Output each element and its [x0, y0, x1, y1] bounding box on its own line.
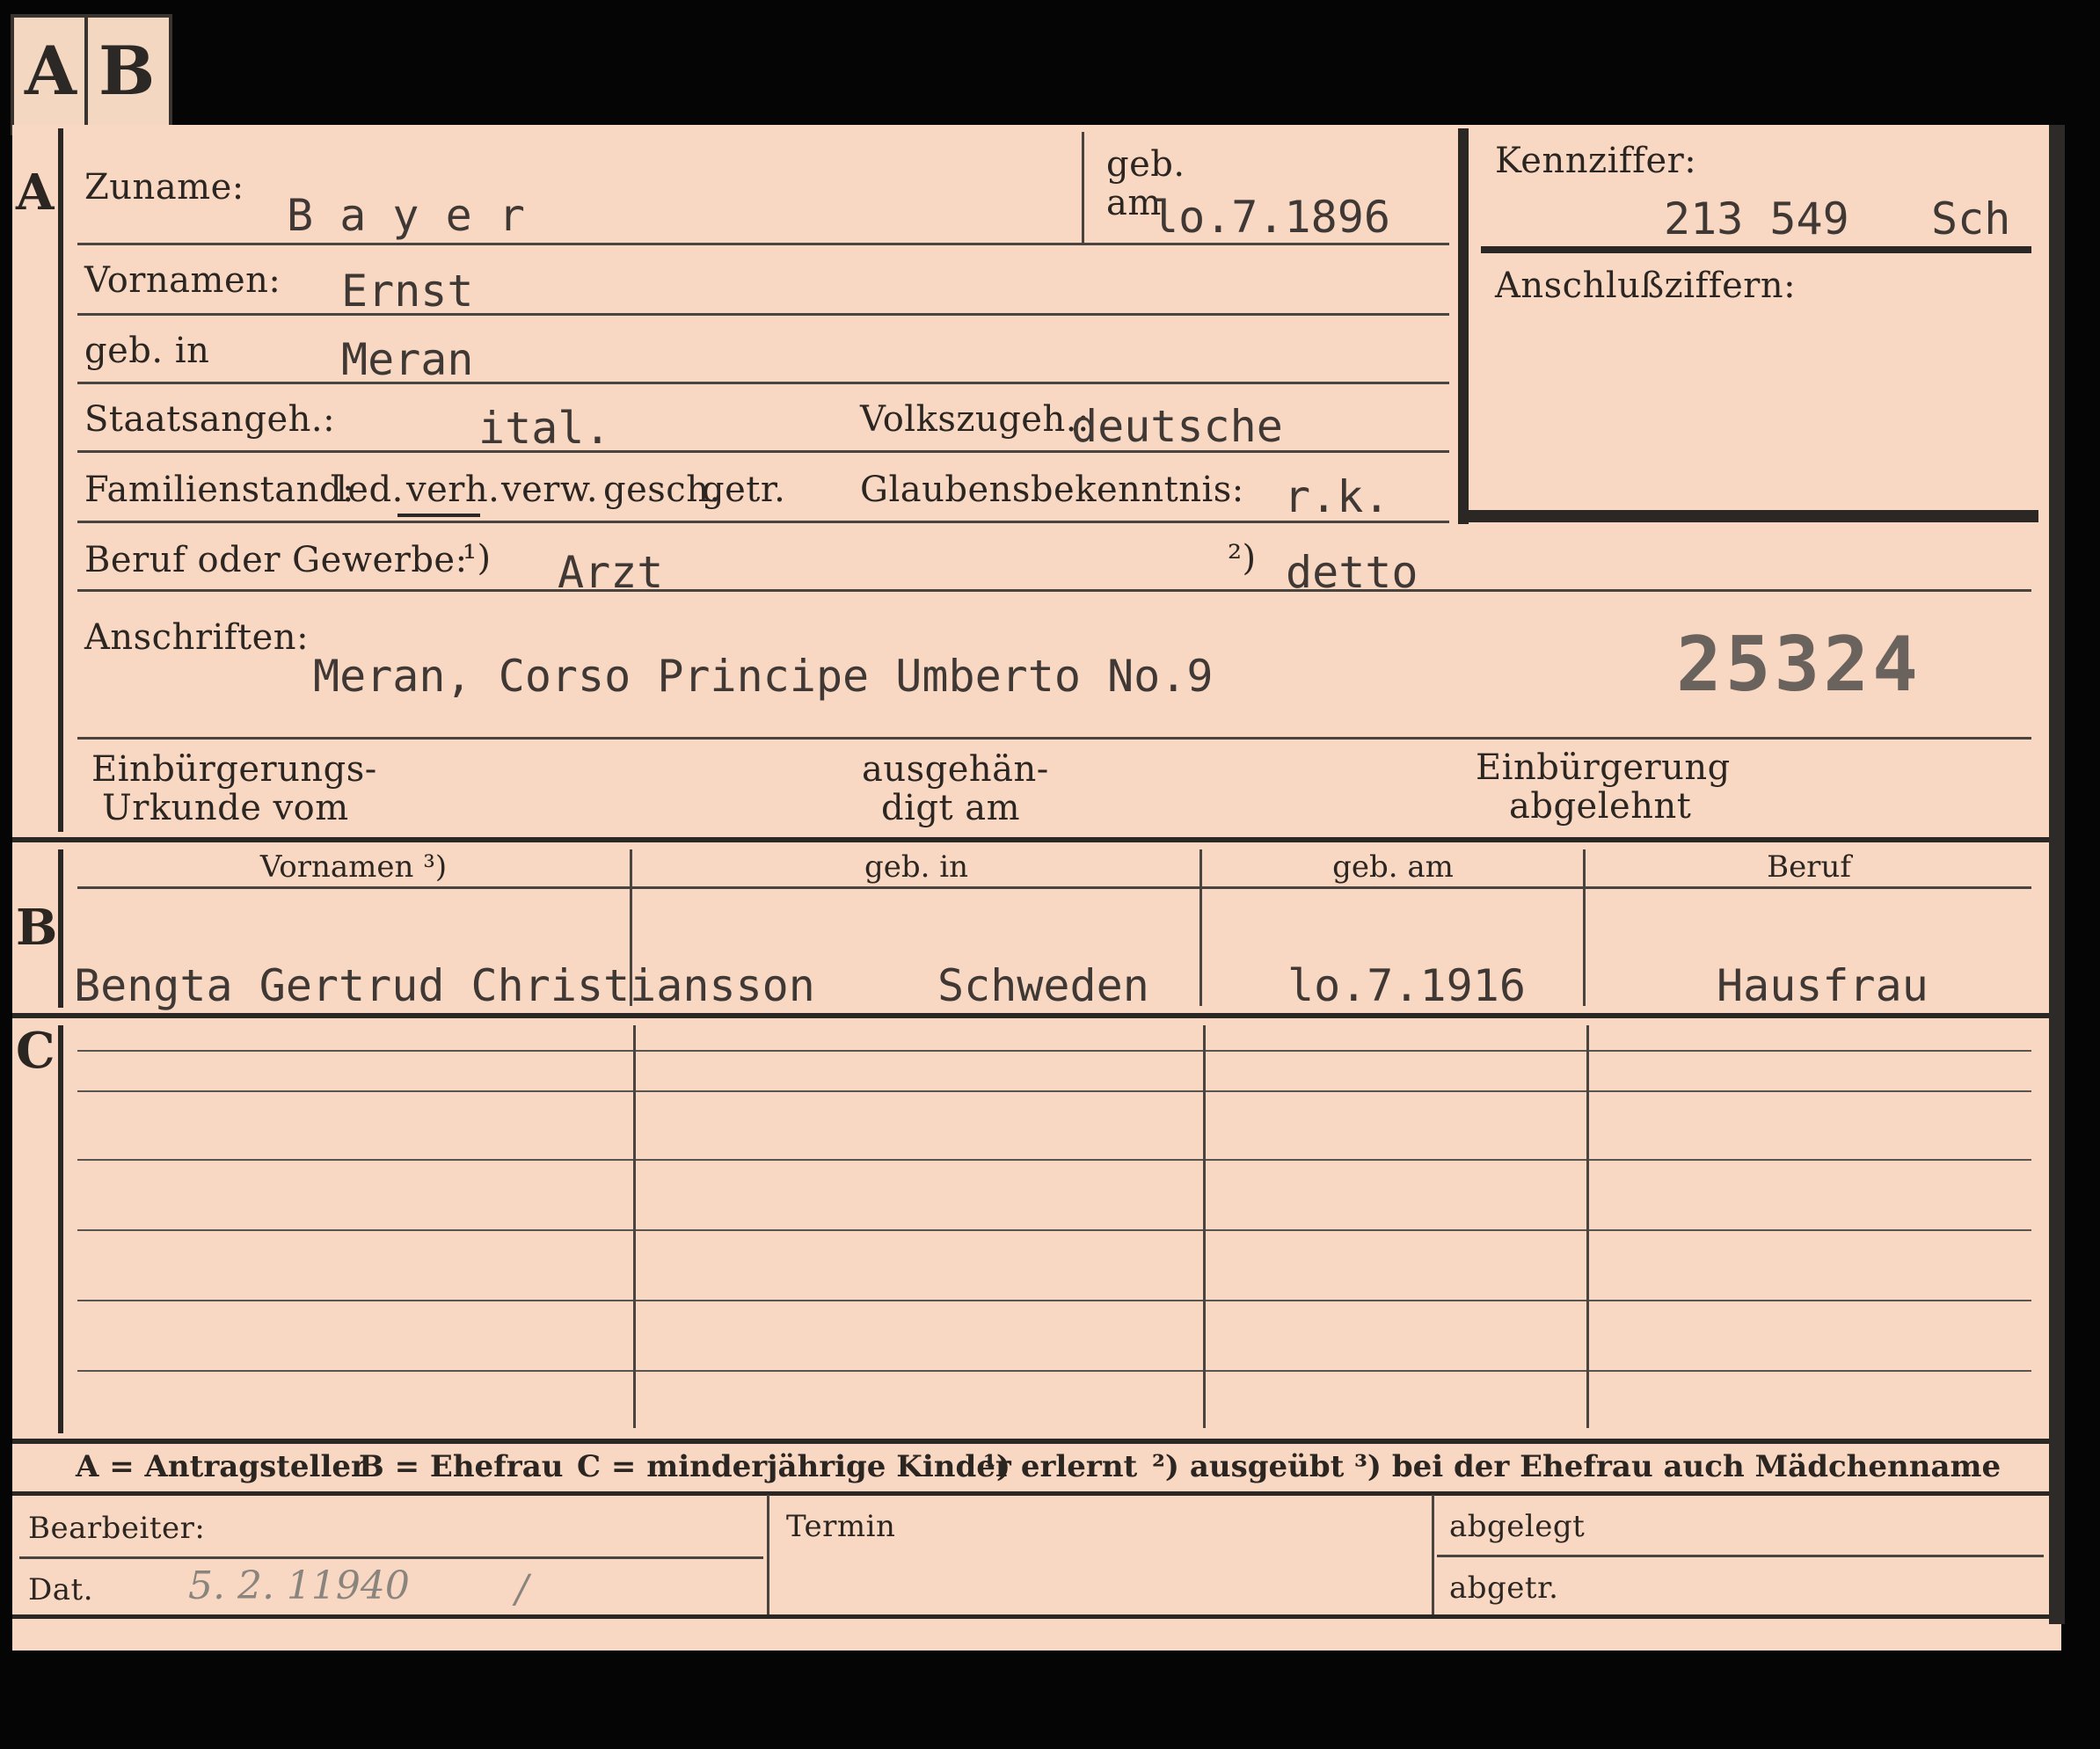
c-row-rule	[77, 1090, 2031, 1092]
b-header-geb-am: geb. am	[1332, 849, 1454, 885]
footer-col-divider-1	[767, 1495, 769, 1618]
ausgehaendigt-label-2: digt am	[881, 788, 1021, 828]
divider-legend-footer	[12, 1491, 2049, 1496]
beruf-value-ausgeuebt: detto	[1286, 547, 1418, 598]
divider-b-c	[12, 1013, 2049, 1018]
section-marker-a: A	[16, 164, 55, 222]
ausgehaendigt-label-1: ausgehän-	[862, 749, 1049, 790]
c-row-rule	[77, 1300, 2031, 1301]
termin-label: Termin	[786, 1509, 896, 1544]
kennziffer-label: Kennziffer:	[1495, 141, 1697, 181]
b-header-vornamen: Vornamen ³)	[259, 849, 448, 885]
beruf-note-1: ¹)	[463, 538, 492, 579]
tab-letter-a: A	[25, 32, 77, 110]
left-rule-a	[58, 128, 63, 832]
footer-abgelegt-rule	[1437, 1555, 2044, 1557]
rule-familien	[77, 521, 1449, 523]
bearbeiter-label: Bearbeiter:	[28, 1511, 206, 1546]
stamp-number: 25324	[1676, 621, 1921, 709]
left-rule-c	[58, 1025, 63, 1433]
zuname-value: B a y e r	[287, 190, 525, 241]
beruf-value-erlernt: Arzt	[558, 547, 664, 598]
staatsangehoerigkeit-value: ital.	[478, 403, 611, 454]
c-row-rule	[77, 1370, 2031, 1372]
familienstand-option-verh: verh.	[406, 470, 500, 510]
geb-in-label: geb. in	[84, 331, 210, 371]
tab-divider	[84, 18, 88, 130]
verh-underline-mark	[397, 514, 480, 517]
b-col-divider-2	[1199, 849, 1202, 1006]
rule-anschriften	[77, 737, 2031, 740]
kennziffer-box-rule	[1481, 246, 2031, 253]
kennziffer-value: 213 549	[1664, 193, 1849, 244]
beruf-label: Beruf oder Gewerbe:	[84, 540, 468, 580]
legend-b: B = Ehefrau	[359, 1449, 564, 1484]
kennziffer-suffix: Sch	[1931, 193, 2011, 244]
staatsangehoerigkeit-label: Staatsangeh.:	[84, 399, 336, 440]
abgelegt-label: abgelegt	[1449, 1509, 1586, 1544]
rule-vornamen	[77, 313, 1449, 316]
b-geb-am-value: lo.7.1916	[1287, 960, 1526, 1011]
rule-geb-divider	[1082, 132, 1084, 243]
divider-c-legend	[12, 1439, 2049, 1444]
legend-note-3: ³) bei der Ehefrau auch Mädchenname	[1354, 1449, 2002, 1484]
c-row-rule	[77, 1050, 2031, 1052]
geb-label: geb.	[1106, 144, 1185, 185]
einbuergerung-abgelehnt-label-1: Einbürgerung	[1476, 747, 1731, 788]
zuname-label: Zuname:	[84, 167, 244, 208]
legend-note-1: ¹) erlernt	[983, 1449, 1138, 1484]
anschlussziffern-label: Anschlußziffern:	[1495, 266, 1797, 306]
dat-slash-handwritten: /	[515, 1567, 529, 1612]
abgetragen-label: abgetr.	[1449, 1570, 1559, 1606]
legend-note-2: ²) ausgeübt	[1152, 1449, 1345, 1484]
section-marker-c: C	[16, 1022, 55, 1080]
familienstand-label: Familienstand:	[84, 470, 354, 510]
einbuergerung-urkunde-label-1: Einbürgerungs-	[91, 749, 377, 790]
anschriften-value: Meran, Corso Principe Umberto No.9	[313, 651, 1214, 702]
b-col-divider-3	[1583, 849, 1586, 1006]
footer-bearbeiter-rule	[19, 1556, 763, 1559]
vornamen-value: Ernst	[341, 266, 474, 317]
rule-geb-in	[77, 382, 1449, 384]
c-col-rule	[633, 1025, 636, 1428]
b-vornamen-value: Bengta Gertrud Christiansson	[74, 960, 815, 1011]
geb-in-value: Meran	[341, 334, 474, 385]
familienstand-option-getr: getr.	[702, 470, 786, 510]
b-beruf-value: Hausfrau	[1717, 960, 1929, 1011]
left-rule-b	[58, 849, 63, 1008]
vornamen-label: Vornamen:	[84, 260, 281, 301]
c-col-rule	[1203, 1025, 1206, 1428]
geb-am-value: lo.7.1896	[1152, 192, 1390, 243]
footer-bottom-rule	[12, 1614, 2049, 1619]
familienstand-option-verw: verw.	[501, 470, 599, 510]
volkszugehoerigkeit-value: deutsche	[1071, 401, 1283, 452]
glaubensbekenntnis-label: Glaubensbekenntnis:	[860, 470, 1244, 510]
einbuergerung-urkunde-label-2: Urkunde vom	[102, 788, 349, 828]
kennziffer-box-bottom	[1458, 510, 2038, 522]
dat-label: Dat.	[28, 1572, 94, 1607]
footer-col-divider-2	[1432, 1495, 1434, 1618]
b-header-beruf: Beruf	[1767, 849, 1851, 885]
b-geb-in-value: Schweden	[937, 960, 1149, 1011]
rule-beruf	[77, 589, 2031, 592]
legend-a: A = Antragsteller	[76, 1449, 367, 1484]
familienstand-option-led: led.	[336, 470, 404, 510]
tab-letter-b: B	[98, 32, 156, 110]
legend-c: C = minderjährige Kinder	[577, 1449, 1011, 1484]
kennziffer-box-left	[1458, 128, 1469, 524]
volkszugehoerigkeit-label: Volkszugeh.:	[860, 399, 1090, 440]
b-header-geb-in: geb. in	[864, 849, 969, 885]
section-marker-b: B	[16, 899, 58, 957]
c-row-rule	[77, 1229, 2031, 1231]
divider-a-b	[12, 837, 2049, 842]
dat-value-handwritten: 5. 2. 11940	[188, 1563, 410, 1608]
c-col-rule	[1586, 1025, 1589, 1428]
anschriften-label: Anschriften:	[84, 617, 310, 658]
glaubensbekenntnis-value: r.k.	[1284, 471, 1390, 522]
einbuergerung-abgelehnt-label-2: abgelehnt	[1509, 786, 1692, 827]
c-row-rule	[77, 1159, 2031, 1161]
beruf-note-2: ²)	[1228, 538, 1257, 579]
b-header-rule	[77, 886, 2031, 889]
rule-zuname	[77, 243, 1449, 245]
